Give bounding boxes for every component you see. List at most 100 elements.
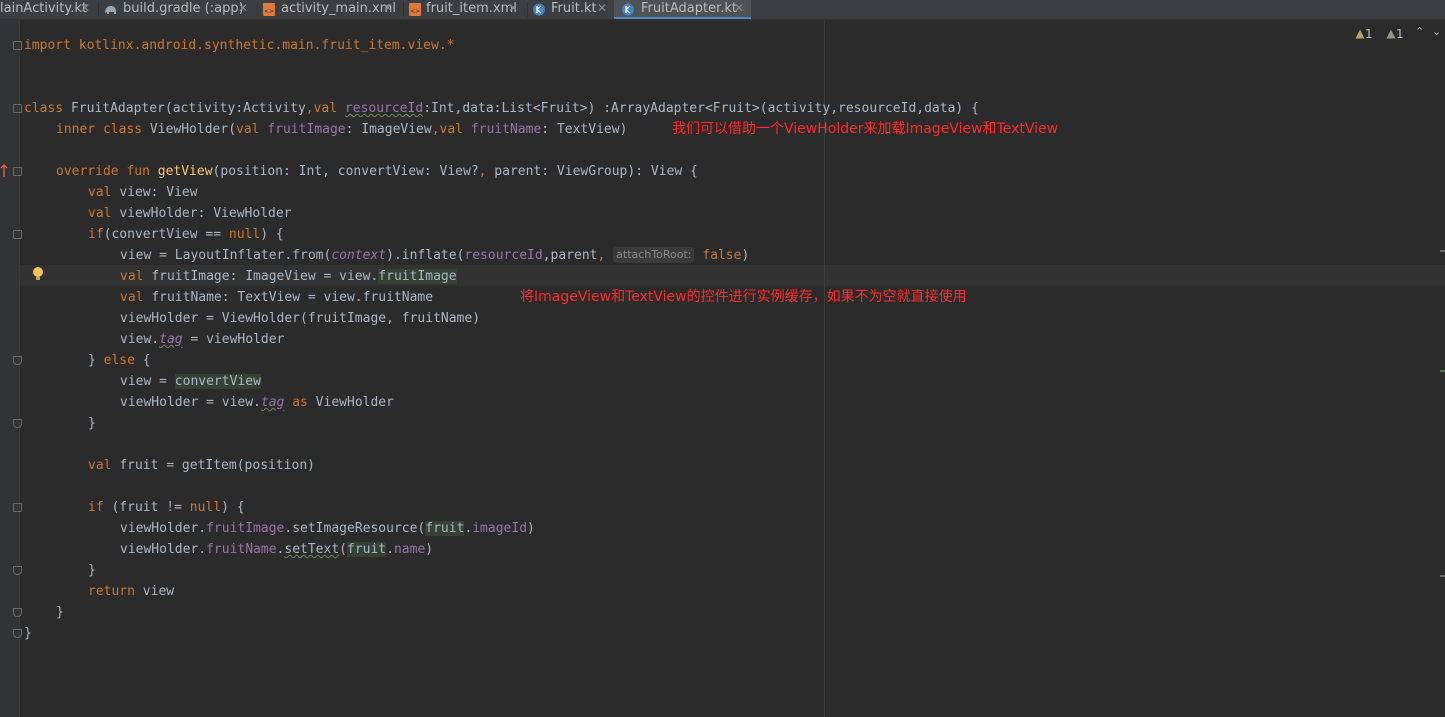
- close-icon[interactable]: ✕: [238, 0, 248, 17]
- code-token: if: [88, 227, 104, 242]
- code-token: as: [284, 395, 308, 410]
- code-token: ): [527, 521, 535, 536]
- code-line: viewHolder = view.tag as ViewHolder: [120, 392, 394, 413]
- code-line: viewHolder.fruitName.setText(fruit.name): [120, 539, 433, 560]
- code-token: null: [189, 500, 222, 515]
- code-token: ViewHolder(: [149, 122, 237, 137]
- fold-marker[interactable]: [13, 167, 22, 176]
- code-line: val viewHolder: ViewHolder: [88, 203, 292, 224]
- code-line: view = convertView: [120, 371, 261, 392]
- code-editor[interactable]: import kotlinx.android.synthetic.main.fr…: [0, 20, 1445, 717]
- code-token: convertView: [174, 374, 261, 389]
- fold-marker[interactable]: [13, 566, 22, 575]
- code-token: (position: Int, convertView: View?: [212, 164, 479, 179]
- code-token: val: [236, 122, 268, 137]
- close-icon[interactable]: ✕: [508, 0, 518, 17]
- tab-label: fruit_item.xml: [426, 1, 517, 16]
- code-line: }: [24, 623, 32, 644]
- code-token: imageId: [472, 521, 528, 536]
- code-token: ViewHolder: [307, 395, 394, 410]
- code-line: viewHolder = ViewHolder(fruitImage, frui…: [120, 308, 480, 329]
- gradle-elephant-icon: [105, 6, 116, 14]
- code-token: override fun: [56, 164, 158, 179]
- code-token: getView: [157, 164, 213, 179]
- tab-fruit-item[interactable]: <> fruit_item.xml ✕: [404, 0, 527, 19]
- tab-activity-main[interactable]: <> activity_main.xml ✕: [258, 0, 403, 19]
- next-highlight-icon[interactable]: ⌄: [1432, 25, 1441, 38]
- parameter-name-hint: attachToRoot:: [613, 247, 695, 263]
- warning-counter[interactable]: 1: [1355, 27, 1373, 41]
- code-token: ): [741, 248, 750, 263]
- code-token: setText: [284, 542, 340, 557]
- fold-marker[interactable]: [13, 356, 22, 365]
- code-token: return: [88, 584, 135, 599]
- code-token: tag: [159, 332, 183, 347]
- close-icon[interactable]: ✕: [734, 0, 744, 17]
- weak-warning-icon: [1386, 29, 1396, 39]
- code-token: fruitImage: [206, 521, 285, 536]
- code-token: fruitName: [470, 122, 542, 137]
- fold-marker[interactable]: [13, 41, 22, 50]
- scroll-marker[interactable]: [1440, 370, 1445, 372]
- code-token: fruit: [347, 542, 387, 557]
- fold-marker[interactable]: [13, 629, 22, 638]
- code-token: :Int,data:List<Fruit>) :ArrayAdapter<Fru…: [423, 101, 979, 116]
- fold-marker[interactable]: [13, 419, 22, 428]
- tab-label: activity_main.xml: [281, 1, 397, 16]
- code-token: val: [88, 206, 120, 221]
- fold-marker[interactable]: [13, 230, 22, 239]
- fold-marker[interactable]: [13, 503, 22, 512]
- code-line: }: [56, 602, 64, 623]
- code-token: : TextView): [541, 122, 628, 137]
- code-token: class: [24, 101, 71, 116]
- code-token: null: [228, 227, 261, 242]
- code-token: ,: [305, 101, 314, 116]
- code-token: }: [24, 626, 32, 641]
- code-line: val fruit = getItem(position): [88, 455, 315, 476]
- code-token: resourceId: [464, 248, 543, 263]
- tab-build-gradle[interactable]: build.gradle (:app) ✕: [99, 0, 257, 19]
- close-icon[interactable]: ✕: [383, 0, 393, 17]
- previous-highlight-icon[interactable]: ⌃: [1415, 25, 1424, 38]
- code-token: fruitName: [206, 542, 277, 557]
- warning-icon: [1355, 29, 1365, 39]
- code-token: val: [439, 122, 471, 137]
- code-token: {: [134, 353, 151, 368]
- code-line: if(convertView == null) {: [88, 224, 284, 245]
- viewholder-annotation: 我们可以借助一个ViewHolder来加载ImageView和TextView: [672, 121, 1059, 137]
- code-line: inner class ViewHolder(val fruitImage: I…: [56, 119, 627, 140]
- code-token: resourceId: [344, 101, 424, 116]
- lightbulb-icon[interactable]: [32, 266, 44, 282]
- close-icon[interactable]: ✕: [597, 0, 607, 17]
- override-arrow-icon[interactable]: [0, 164, 8, 178]
- tab-mainactivity[interactable]: lainActivity.kt ✕: [0, 0, 98, 19]
- code-token: viewHolder.: [120, 542, 207, 557]
- xml-layout-icon: <>: [263, 3, 275, 16]
- code-token: ,parent: [542, 248, 598, 263]
- close-icon[interactable]: ✕: [80, 0, 90, 17]
- fold-marker[interactable]: [13, 608, 22, 617]
- code-token: }: [88, 353, 104, 368]
- code-token: fruit = getItem(position): [119, 458, 315, 473]
- code-token: tag: [260, 395, 285, 410]
- scroll-marker[interactable]: [1440, 250, 1445, 252]
- tab-label: Fruit.kt: [551, 1, 597, 16]
- tab-label: FruitAdapter.kt: [641, 1, 737, 16]
- scroll-marker[interactable]: [1440, 575, 1445, 577]
- tab-fruit-kt[interactable]: Fruit.kt ✕: [528, 0, 614, 19]
- code-token: view: View: [119, 185, 198, 200]
- code-line: }: [88, 560, 96, 581]
- code-line: override fun getView(position: Int, conv…: [56, 161, 698, 182]
- weak-warning-counter[interactable]: 1: [1386, 27, 1404, 41]
- code-token: ).inflate(: [386, 248, 465, 263]
- code-token: false: [702, 248, 742, 263]
- code-line: val view: View: [88, 182, 198, 203]
- code-line: import kotlinx.android.synthetic.main.fr…: [24, 35, 454, 56]
- weak-warning-count: 1: [1396, 27, 1404, 41]
- fold-marker[interactable]: [13, 104, 22, 113]
- tab-fruitadapter[interactable]: FruitAdapter.kt ✕: [614, 0, 751, 19]
- code-token: val: [120, 269, 152, 284]
- code-token: parent: ViewGroup): View {: [486, 164, 698, 179]
- code-token: val: [120, 290, 152, 305]
- svg-text:<>: <>: [264, 8, 274, 15]
